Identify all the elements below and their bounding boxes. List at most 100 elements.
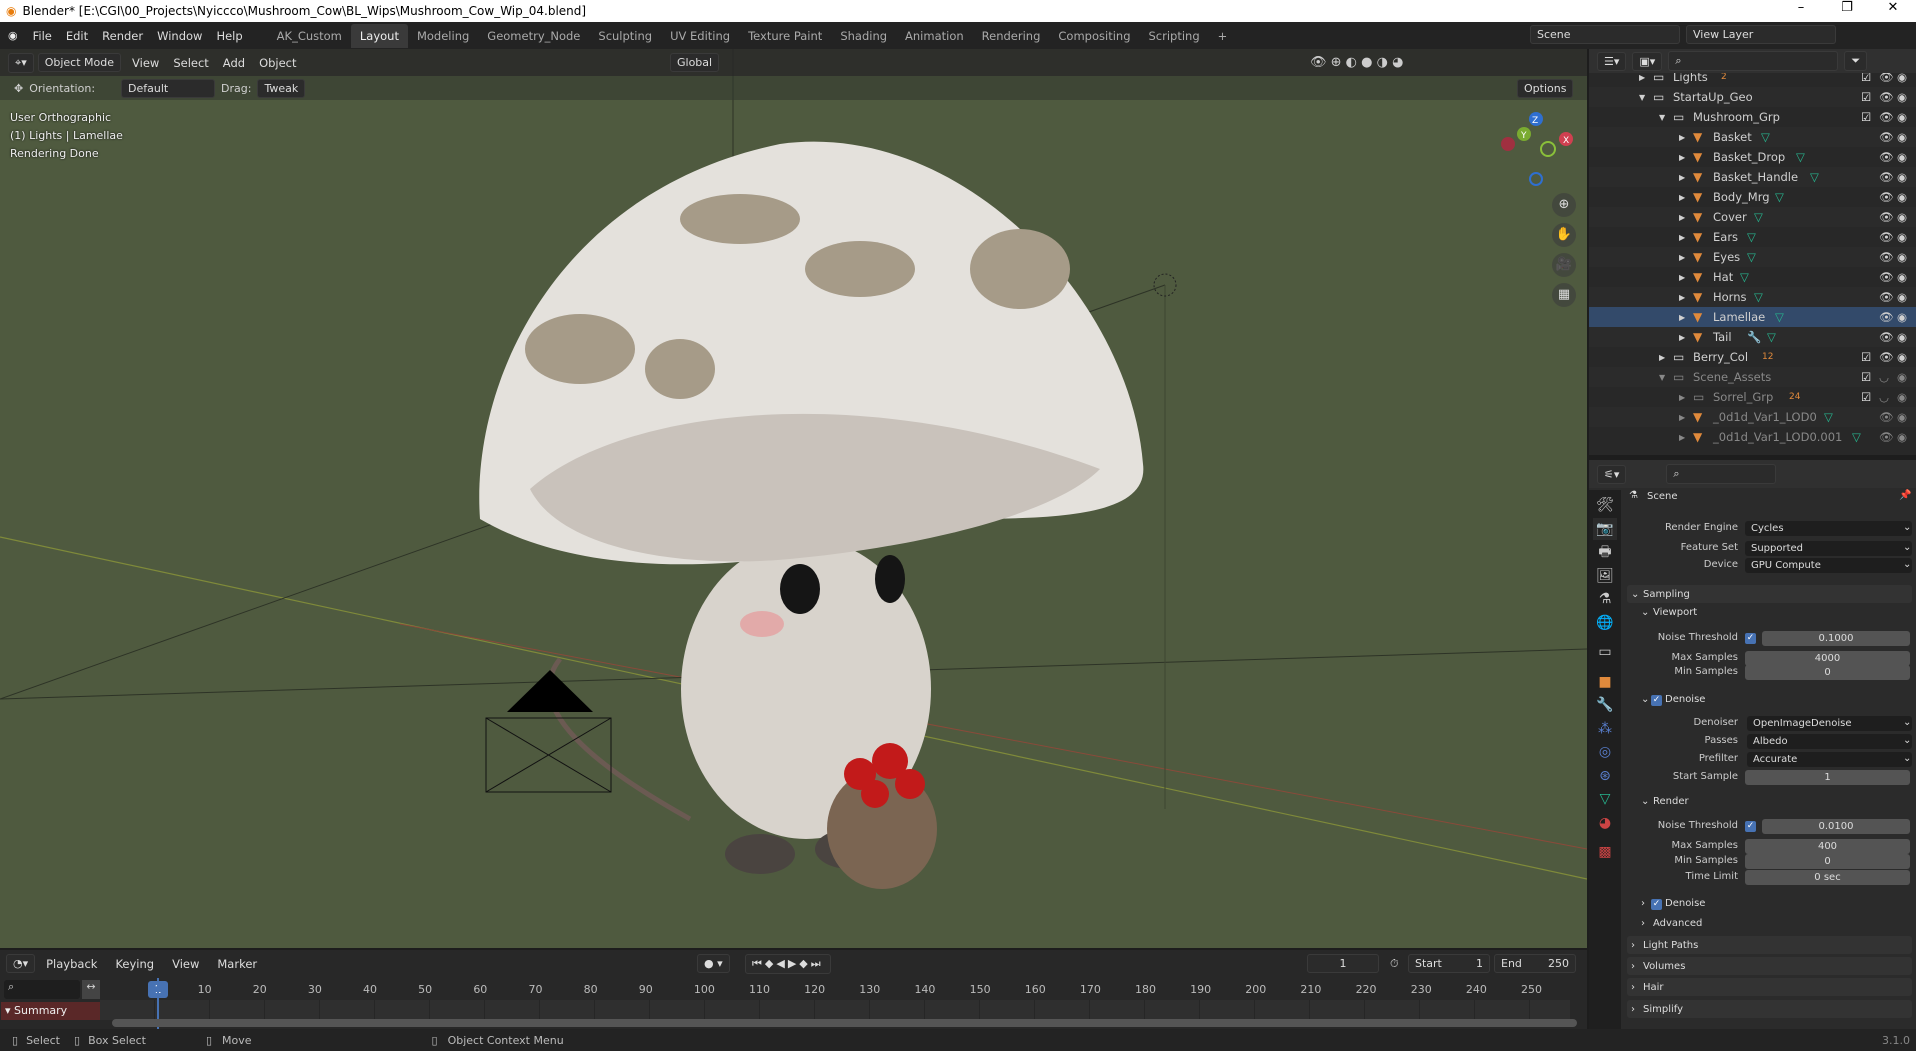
collapsed-chevron-icon[interactable]: › bbox=[1641, 898, 1645, 909]
render-sampling-header[interactable]: Render bbox=[1653, 796, 1689, 807]
viewport-noise-threshold-field[interactable]: 0.1000 bbox=[1762, 631, 1910, 646]
collapsed-arrow-icon[interactable]: ▶ bbox=[1679, 313, 1685, 322]
outliner-item[interactable]: ▶ ▼ Lamellae ▽ 👁 ◉ bbox=[1589, 307, 1916, 327]
enable-checkbox[interactable]: ✓ bbox=[1745, 821, 1756, 832]
collapsed-arrow-icon[interactable]: ▶ bbox=[1679, 153, 1685, 162]
expanded-arrow-icon[interactable]: ▼ bbox=[1659, 113, 1665, 122]
modifier-wrench-icon[interactable]: 🔧 bbox=[1747, 330, 1761, 344]
camera-render-icon[interactable]: ◉ bbox=[1897, 110, 1907, 124]
mesh-data-icon[interactable]: ▽ bbox=[1775, 310, 1784, 324]
orientation-selector[interactable]: Default bbox=[121, 78, 216, 98]
tab-sculpting[interactable]: Sculpting bbox=[589, 24, 661, 48]
eye-closed-icon[interactable]: ◡ bbox=[1879, 370, 1889, 384]
menu-add[interactable]: Add bbox=[216, 56, 252, 70]
collapsed-chevron-icon[interactable]: › bbox=[1631, 961, 1635, 972]
filter-view-button[interactable]: ▣▾ bbox=[1632, 51, 1663, 71]
tab-ak-custom[interactable]: AK_Custom bbox=[268, 24, 351, 48]
mesh-data-icon[interactable]: ▽ bbox=[1852, 430, 1861, 444]
timeline-scrollbar[interactable] bbox=[112, 1019, 1577, 1027]
scene-selector[interactable]: Scene bbox=[1530, 25, 1680, 44]
outliner-item[interactable]: ▶ ▼ Tail 🔧 ▽ 👁 ◉ bbox=[1589, 327, 1916, 347]
camera-render-icon[interactable]: ◉ bbox=[1897, 90, 1907, 104]
view-layer-icon[interactable]: 🖼 bbox=[1593, 565, 1617, 587]
outliner-item[interactable]: ▼ ▭ Mushroom_Grp ☑ 👁 ◉ bbox=[1589, 107, 1916, 127]
view-layer-selector[interactable]: View Layer bbox=[1686, 25, 1836, 44]
texture-icon[interactable]: ▩ bbox=[1593, 841, 1617, 863]
advanced-header[interactable]: Advanced bbox=[1653, 918, 1702, 929]
camera-render-icon[interactable]: ◉ bbox=[1897, 390, 1907, 404]
scene-icon[interactable]: ⚗ bbox=[1593, 588, 1617, 610]
navigation-gizmo[interactable]: Z X Y bbox=[1496, 109, 1576, 189]
exclude-checkbox[interactable]: ☑ bbox=[1861, 350, 1871, 364]
outliner-item[interactable]: ▶ ▼ Hat ▽ 👁 ◉ bbox=[1589, 267, 1916, 287]
camera-render-icon[interactable]: ◉ bbox=[1897, 330, 1907, 344]
denoiser-dropdown[interactable]: OpenImageDenoise bbox=[1747, 716, 1912, 731]
material-icon[interactable]: ◕ bbox=[1593, 812, 1617, 834]
eye-icon[interactable]: 👁 bbox=[1879, 130, 1894, 144]
frame-ruler[interactable]: 1102030405060708090100110120130140150160… bbox=[0, 978, 1587, 1000]
current-frame-field[interactable]: 1 bbox=[1307, 954, 1379, 973]
menu-view[interactable]: View bbox=[125, 56, 166, 70]
collapsed-arrow-icon[interactable]: ▶ bbox=[1679, 213, 1685, 222]
render-icon[interactable]: 📷 bbox=[1593, 517, 1617, 540]
mesh-data-icon[interactable]: ▽ bbox=[1754, 210, 1763, 224]
outliner-item[interactable]: ▶ ▼ Eyes ▽ 👁 ◉ bbox=[1589, 247, 1916, 267]
expanded-chevron-icon[interactable]: ⌄ bbox=[1641, 694, 1649, 705]
eye-icon[interactable]: 👁 bbox=[1879, 410, 1894, 424]
mesh-data-icon[interactable]: ▽ bbox=[1754, 290, 1763, 304]
camera-render-icon[interactable]: ◉ bbox=[1897, 190, 1907, 204]
tab-uv-editing[interactable]: UV Editing bbox=[661, 24, 739, 48]
eye-icon[interactable]: 👁 bbox=[1879, 190, 1894, 204]
outliner-item[interactable]: ▶ ▼ Basket_Drop ▽ 👁 ◉ bbox=[1589, 147, 1916, 167]
start-sample-field[interactable]: 1 bbox=[1745, 770, 1910, 785]
viewport-denoise-checkbox[interactable]: ✓ bbox=[1651, 695, 1662, 706]
editor-type-button[interactable]: ◔▾ bbox=[6, 954, 36, 973]
menu-playback[interactable]: Playback bbox=[39, 957, 104, 971]
outliner-item[interactable]: ▶ ▼ Body_Mrg ▽ 👁 ◉ bbox=[1589, 187, 1916, 207]
constraints-icon[interactable]: ⊛ bbox=[1593, 765, 1617, 787]
mesh-data-icon[interactable]: ▽ bbox=[1747, 250, 1756, 264]
camera-render-icon[interactable]: ◉ bbox=[1897, 150, 1907, 164]
collapsed-arrow-icon[interactable]: ▶ bbox=[1639, 73, 1645, 82]
eye-icon[interactable]: 👁 bbox=[1879, 310, 1894, 324]
collapsed-arrow-icon[interactable]: ▶ bbox=[1679, 193, 1685, 202]
outliner-item[interactable]: ▶ ▭ Sorrel_Grp 24 ☑ ◡ ◉ bbox=[1589, 387, 1916, 407]
ortho-grid-icon[interactable]: ▦ bbox=[1552, 283, 1576, 307]
collapsed-chevron-icon[interactable]: › bbox=[1631, 982, 1635, 993]
render-engine-dropdown[interactable]: Cycles bbox=[1745, 521, 1912, 536]
exclude-checkbox[interactable]: ☑ bbox=[1861, 73, 1871, 84]
camera-render-icon[interactable]: ◉ bbox=[1897, 73, 1907, 84]
outliner-item[interactable]: ▶ ▼ _0d1d_Var1_LOD0.001 ▽ 👁 ◉ bbox=[1589, 427, 1916, 447]
physics-icon[interactable]: ◎ bbox=[1593, 741, 1617, 763]
outliner-item[interactable]: ▶ ▼ Ears ▽ 👁 ◉ bbox=[1589, 227, 1916, 247]
collapsed-arrow-icon[interactable]: ▶ bbox=[1659, 353, 1665, 362]
tab-compositing[interactable]: Compositing bbox=[1049, 24, 1139, 48]
render-denoise-checkbox[interactable]: ✓ bbox=[1651, 899, 1662, 910]
viewport-denoise-header[interactable]: Denoise bbox=[1665, 694, 1705, 705]
collapsed-chevron-icon[interactable]: › bbox=[1641, 918, 1645, 929]
exclude-checkbox[interactable]: ☑ bbox=[1861, 390, 1871, 404]
camera-render-icon[interactable]: ◉ bbox=[1897, 130, 1907, 144]
menu-render[interactable]: Render bbox=[95, 29, 150, 43]
tab-shading[interactable]: Shading bbox=[831, 24, 896, 48]
outliner-item[interactable]: ▶ ▼ Basket_Handle ▽ 👁 ◉ bbox=[1589, 167, 1916, 187]
tab-texture-paint[interactable]: Texture Paint bbox=[739, 24, 831, 48]
camera-view-icon[interactable]: 🎥 bbox=[1552, 253, 1576, 277]
collapsed-arrow-icon[interactable]: ▶ bbox=[1679, 173, 1685, 182]
collapsed-arrow-icon[interactable]: ▶ bbox=[1679, 413, 1685, 422]
mesh-data-icon[interactable]: ▽ bbox=[1796, 150, 1805, 164]
render-denoise-header[interactable]: Denoise bbox=[1665, 898, 1705, 909]
collapsed-chevron-icon[interactable]: › bbox=[1631, 940, 1635, 951]
camera-render-icon[interactable]: ◉ bbox=[1897, 210, 1907, 224]
eye-icon[interactable]: 👁 bbox=[1879, 170, 1894, 184]
menu-help[interactable]: Help bbox=[209, 29, 249, 43]
enable-checkbox[interactable]: ✓ bbox=[1745, 633, 1756, 644]
modifier-icon[interactable]: 🔧 bbox=[1593, 694, 1617, 716]
tab-rendering[interactable]: Rendering bbox=[973, 24, 1050, 48]
render-max-samples-field[interactable]: 400 bbox=[1745, 839, 1910, 854]
mesh-data-icon[interactable]: ▽ bbox=[1775, 190, 1784, 204]
collection-icon[interactable]: ▭ bbox=[1593, 641, 1617, 663]
mesh-data-icon[interactable]: ▽ bbox=[1761, 130, 1770, 144]
zoom-icon[interactable]: ⊕ bbox=[1552, 193, 1576, 217]
tool-icon[interactable]: 🛠 bbox=[1593, 494, 1617, 516]
